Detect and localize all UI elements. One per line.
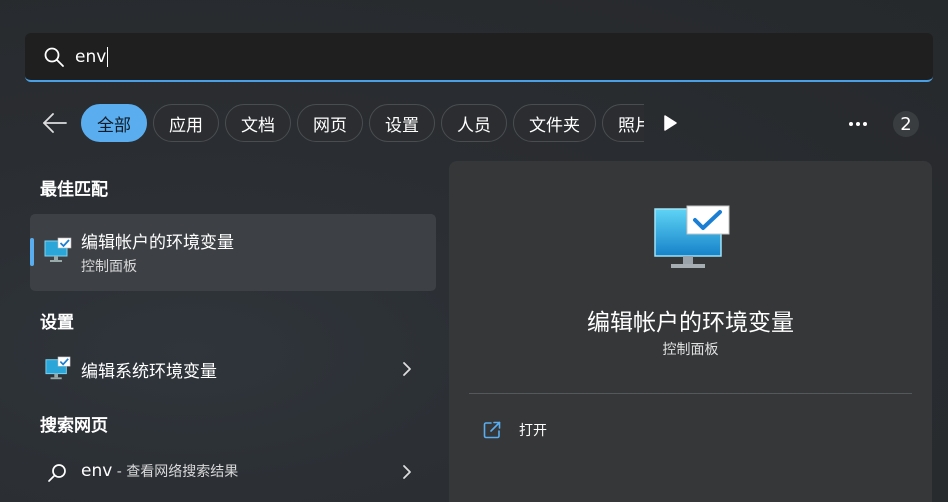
web-search-query: env <box>81 461 113 481</box>
chevron-right-icon[interactable] <box>400 463 414 481</box>
detail-pane: 编辑帐户的环境变量 控制面板 打开 <box>449 161 932 502</box>
result-count-badge[interactable]: 2 <box>893 111 919 137</box>
web-search-hint: - 查看网络搜索结果 <box>112 464 239 480</box>
scroll-right-icon[interactable] <box>662 114 678 132</box>
best-match-item[interactable]: 编辑帐户的环境变量 控制面板 <box>30 214 436 291</box>
control-panel-icon <box>45 356 71 380</box>
filter-chip[interactable]: 全部 <box>81 104 147 142</box>
text-caret <box>107 46 109 67</box>
search-input[interactable]: env <box>75 46 109 67</box>
control-panel-icon <box>654 205 730 268</box>
detail-subtitle: 控制面板 <box>662 342 719 358</box>
filter-chip[interactable]: 设置 <box>369 104 435 142</box>
open-action[interactable]: 打开 <box>483 419 603 443</box>
filter-chip[interactable]: 人员 <box>441 104 507 142</box>
filter-chip[interactable]: 照片 <box>602 104 644 142</box>
open-action-label: 打开 <box>519 423 547 439</box>
best-match-heading: 最佳匹配 <box>40 180 108 200</box>
detail-title: 编辑帐户的环境变量 <box>587 310 794 336</box>
divider <box>469 393 912 394</box>
open-external-icon <box>483 421 501 439</box>
best-match-name: 编辑帐户的环境变量 <box>81 233 234 253</box>
filter-bar: 全部 应用 文档 网页 设置 人员 文件夹 照片 2 <box>0 102 948 144</box>
results-list: 最佳匹配 编辑帐户的环境变量 控制面板 设置 编辑系统环境变量 搜索网页 env… <box>30 165 436 502</box>
settings-heading: 设置 <box>40 313 74 333</box>
control-panel-icon <box>44 237 72 262</box>
web-search-heading: 搜索网页 <box>40 416 108 436</box>
chevron-right-icon[interactable] <box>400 360 414 378</box>
filter-chip[interactable]: 文档 <box>225 104 291 142</box>
settings-result-name: 编辑系统环境变量 <box>81 362 217 382</box>
filter-chips: 全部 应用 文档 网页 设置 人员 文件夹 照片 <box>81 104 644 144</box>
settings-result-item[interactable]: 编辑系统环境变量 <box>30 350 436 390</box>
search-icon <box>44 47 64 67</box>
search-icon <box>48 464 66 482</box>
web-search-result-item[interactable]: env - 查看网络搜索结果 <box>30 453 436 493</box>
filter-chip[interactable]: 文件夹 <box>513 104 596 142</box>
best-match-subtitle: 控制面板 <box>81 259 137 275</box>
selection-indicator <box>30 238 34 266</box>
web-search-text: env - 查看网络搜索结果 <box>81 461 238 481</box>
more-options-icon[interactable] <box>846 114 870 134</box>
back-arrow-icon[interactable] <box>40 110 70 136</box>
search-box[interactable]: env <box>25 33 933 82</box>
filter-chip[interactable]: 应用 <box>153 104 219 142</box>
filter-chip[interactable]: 网页 <box>297 104 363 142</box>
